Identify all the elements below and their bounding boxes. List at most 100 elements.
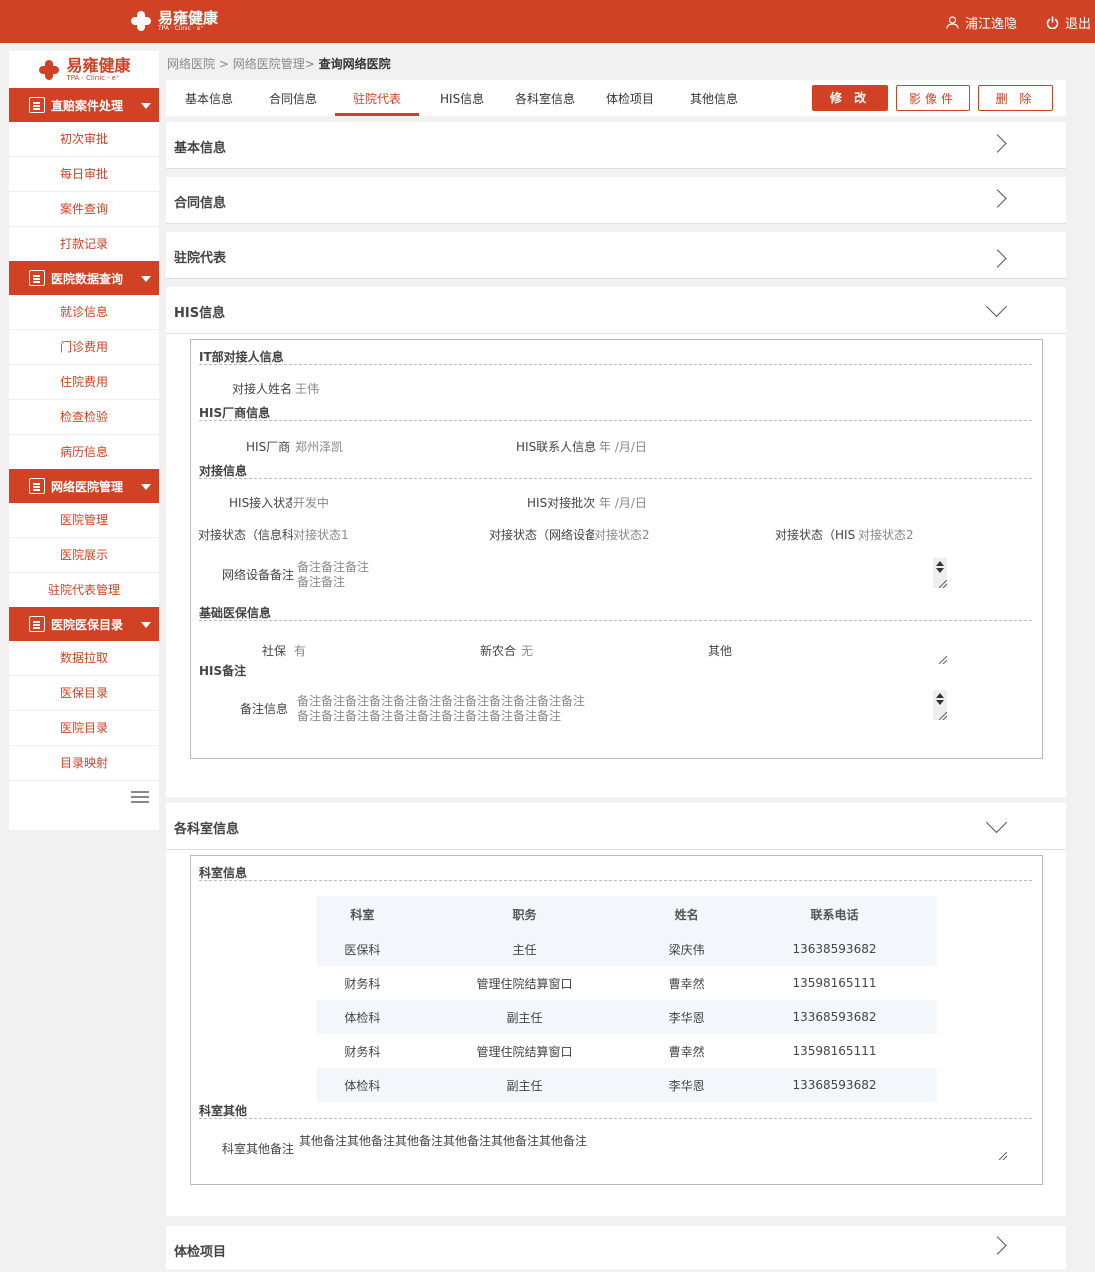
his-access-value[interactable]: 开发中 bbox=[293, 494, 329, 511]
menu-item-medical-records[interactable]: 病历信息 bbox=[9, 435, 159, 469]
section-header[interactable]: 各科室信息 bbox=[166, 803, 1066, 850]
resize-grip-icon[interactable] bbox=[939, 712, 947, 720]
menu-group-direct-claims[interactable]: 直赔案件处理 bbox=[9, 88, 159, 122]
cell-position: 副主任 bbox=[407, 1000, 642, 1034]
status-info-dept-label: 对接状态（信息科 bbox=[198, 528, 293, 542]
menu-item-case-query[interactable]: 案件查询 bbox=[9, 192, 159, 227]
table-row[interactable]: 财务科 管理住院结算窗口 曹幸然 13598165111 bbox=[317, 1034, 937, 1068]
his-access-label: HIS接入状态 bbox=[229, 496, 292, 510]
menu-item-payment-records[interactable]: 打款记录 bbox=[9, 227, 159, 261]
menu-item-hospital-display[interactable]: 医院展示 bbox=[9, 538, 159, 573]
menu-item-initial-approval[interactable]: 初次审批 bbox=[9, 122, 159, 157]
his-contact-value[interactable]: 年 /月/日 bbox=[599, 438, 647, 455]
chevron-right-icon[interactable] bbox=[988, 134, 1007, 153]
section-header[interactable]: 驻院代表 bbox=[166, 232, 1066, 279]
section-department-info: 各科室信息 科室信息 科室 职务 姓名 联系电话 医保科 主任 梁庆伟 1363… bbox=[166, 803, 1066, 1216]
menu-item-daily-approval[interactable]: 每日审批 bbox=[9, 157, 159, 192]
textarea-line: 备注备注 bbox=[297, 575, 346, 589]
cell-department: 财务科 bbox=[317, 966, 408, 1000]
menu-item-outpatient-fees[interactable]: 门诊费用 bbox=[9, 330, 159, 365]
his-contact-label: HIS联系人信息 bbox=[516, 440, 597, 454]
menu-item-inpatient-fees[interactable]: 住院费用 bbox=[9, 365, 159, 400]
tab-department-info[interactable]: 各科室信息 bbox=[515, 90, 575, 107]
menu-group-label: 网络医院管理 bbox=[51, 479, 124, 494]
delete-button[interactable]: 删 除 bbox=[978, 85, 1053, 111]
social-security-value[interactable]: 有 bbox=[294, 642, 306, 659]
logo-text: 易雍健康 bbox=[158, 9, 219, 27]
resize-grip-icon[interactable] bbox=[999, 1152, 1007, 1160]
tab-other-info[interactable]: 其他信息 bbox=[690, 90, 738, 107]
chevron-down-icon[interactable] bbox=[985, 811, 1008, 834]
section-title: 体检项目 bbox=[174, 1245, 227, 1260]
tab-basic-info[interactable]: 基本信息 bbox=[185, 90, 233, 107]
section-header[interactable]: HIS信息 bbox=[166, 287, 1066, 334]
his-batch-label: HIS对接批次 bbox=[527, 496, 596, 510]
network-note-textarea[interactable]: 备注备注备注 备注备注 bbox=[297, 560, 937, 590]
menu-item-hospital-management[interactable]: 医院管理 bbox=[9, 503, 159, 538]
his-batch-value[interactable]: 年 /月/日 bbox=[599, 494, 647, 511]
brand-logo[interactable]: 易雍健康 TPA · Clinic · e⁺ bbox=[130, 8, 218, 34]
chevron-right-icon[interactable] bbox=[988, 189, 1007, 208]
chevron-down-icon bbox=[141, 276, 151, 282]
resize-grip-icon[interactable] bbox=[939, 580, 947, 588]
breadcrumb-item[interactable]: 网络医院 > bbox=[167, 57, 229, 71]
menu-item-insurance-catalog[interactable]: 医保目录 bbox=[9, 676, 159, 711]
tab-exam-items[interactable]: 体检项目 bbox=[606, 90, 654, 107]
chevron-right-icon[interactable] bbox=[988, 249, 1007, 268]
section-his-info: HIS信息 IT部对接人信息 对接人姓名 王伟 HIS厂商信息 HIS厂商 郑州… bbox=[166, 287, 1066, 797]
menu-item-catalog-mapping[interactable]: 目录映射 bbox=[9, 746, 159, 781]
menu-item-rep-management[interactable]: 驻院代表管理 bbox=[9, 573, 159, 607]
cell-position: 主任 bbox=[407, 932, 642, 966]
contact-name-value[interactable]: 王伟 bbox=[295, 380, 319, 397]
tab-his-info[interactable]: HIS信息 bbox=[440, 90, 484, 107]
collapse-menu-icon[interactable] bbox=[131, 791, 149, 805]
section-title: 驻院代表 bbox=[174, 251, 227, 266]
ncms-value[interactable]: 无 bbox=[521, 642, 533, 659]
tab-resident-rep[interactable]: 驻院代表 bbox=[353, 90, 401, 107]
textarea-line: 备注备注备注 bbox=[297, 560, 370, 574]
section-header[interactable]: 基本信息 bbox=[166, 122, 1066, 169]
status-network-value[interactable]: 对接状态2 bbox=[594, 526, 650, 543]
cross-logo-icon bbox=[130, 10, 152, 32]
group-title-dept-info: 科室信息 bbox=[199, 866, 248, 880]
menu-group-network-hospital[interactable]: 网络医院管理 bbox=[9, 469, 159, 503]
his-vendor-value[interactable]: 郑州泽凯 bbox=[295, 438, 343, 455]
cell-phone: 13598165111 bbox=[731, 1034, 937, 1068]
edit-button[interactable]: 修 改 bbox=[812, 85, 888, 111]
active-tab-indicator bbox=[335, 113, 419, 116]
textarea-line: 备注备注备注备注备注备注备注备注备注备注备注 bbox=[297, 709, 562, 722]
chevron-down-icon bbox=[141, 484, 151, 490]
user-menu[interactable]: 浦江逸隐 bbox=[946, 13, 1017, 32]
cell-phone: 13368593682 bbox=[731, 1068, 937, 1102]
resize-grip-icon[interactable] bbox=[939, 656, 947, 664]
menu-item-hospital-catalog[interactable]: 医院目录 bbox=[9, 711, 159, 746]
sidebar-logo[interactable]: 易雍健康 TPA · Clinic · e⁺ bbox=[9, 51, 159, 88]
column-header: 科室 bbox=[317, 896, 408, 932]
section-exam-items: 体检项目 bbox=[166, 1226, 1066, 1269]
note-info-textarea[interactable]: 备注备注备注备注备注备注备注备注备注备注备注备注 备注备注备注备注备注备注备注备… bbox=[297, 694, 927, 722]
section-header[interactable]: 体检项目 bbox=[166, 1226, 1066, 1272]
table-row[interactable]: 体检科 副主任 李华恩 13368593682 bbox=[317, 1000, 937, 1034]
breadcrumb-item[interactable]: 网络医院管理> bbox=[233, 57, 315, 71]
status-info-dept-value[interactable]: 对接状态1 bbox=[293, 526, 349, 543]
menu-group-hospital-data[interactable]: 医院数据查询 bbox=[9, 261, 159, 295]
cell-name: 李华恩 bbox=[641, 1068, 732, 1102]
menu-item-data-pull[interactable]: 数据拉取 bbox=[9, 641, 159, 676]
menu-item-lab-tests[interactable]: 检查检验 bbox=[9, 400, 159, 435]
menu-group-insurance-catalog[interactable]: 医院医保目录 bbox=[9, 607, 159, 641]
section-header[interactable]: 合同信息 bbox=[166, 177, 1066, 224]
menu-group-label: 直赔案件处理 bbox=[51, 98, 124, 113]
image-button[interactable]: 影像件 bbox=[896, 85, 970, 111]
menu-item-visits[interactable]: 就诊信息 bbox=[9, 295, 159, 330]
table-row[interactable]: 体检科 副主任 李华恩 13368593682 bbox=[317, 1068, 937, 1102]
status-his-value[interactable]: 对接状态2 bbox=[858, 526, 914, 543]
table-row[interactable]: 财务科 管理住院结算窗口 曹幸然 13598165111 bbox=[317, 966, 937, 1000]
table-row[interactable]: 医保科 主任 梁庆伟 13638593682 bbox=[317, 932, 937, 966]
tab-contract-info[interactable]: 合同信息 bbox=[269, 90, 317, 107]
logout-button[interactable]: 退出 bbox=[1046, 13, 1091, 32]
dept-other-note-textarea[interactable]: 其他备注其他备注其他备注其他备注其他备注其他备注 bbox=[299, 1134, 999, 1164]
chevron-right-icon[interactable] bbox=[988, 1236, 1007, 1255]
breadcrumb: 网络医院 > 网络医院管理> 查询网络医院 bbox=[167, 55, 391, 72]
chevron-down-icon[interactable] bbox=[985, 295, 1008, 318]
section-title: 各科室信息 bbox=[174, 822, 240, 837]
